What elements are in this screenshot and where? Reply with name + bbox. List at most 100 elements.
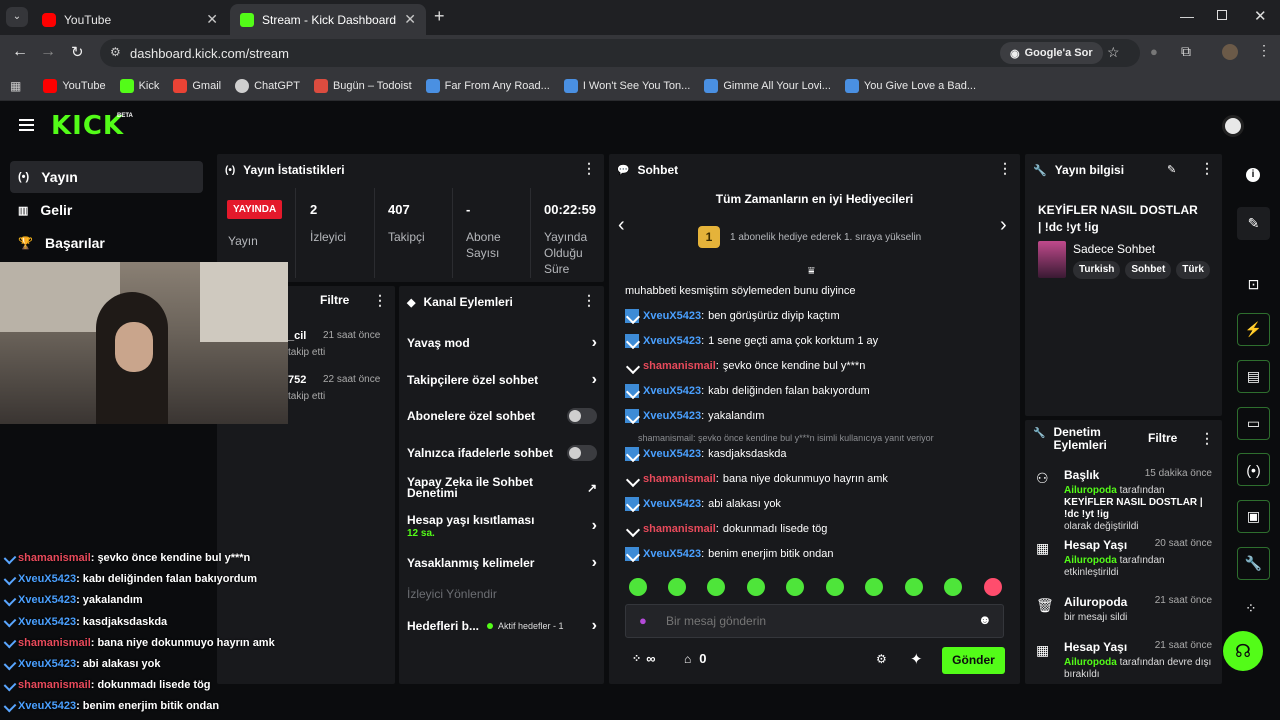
close-window-button[interactable]: ✕ xyxy=(1254,7,1267,25)
emote-button[interactable] xyxy=(944,578,962,596)
lightning-tool-button[interactable]: ⚡ xyxy=(1237,313,1270,346)
category-name[interactable]: Sadece Sohbet xyxy=(1073,242,1155,256)
more-options-icon[interactable]: ⋮ xyxy=(582,293,596,307)
maximize-button[interactable] xyxy=(1217,10,1227,20)
url-text[interactable]: dashboard.kick.com/stream xyxy=(130,46,289,61)
kick-logo[interactable]: KICK xyxy=(51,111,124,141)
moderator-name[interactable]: Ailuropoda xyxy=(1064,657,1117,668)
chat-username[interactable]: shamanismail xyxy=(643,360,716,372)
bookmark-chatgpt[interactable]: ChatGPT xyxy=(235,78,300,93)
activity-user[interactable]: 752 xyxy=(288,374,306,386)
more-options-icon[interactable]: ⋮ xyxy=(998,161,1012,175)
goals-row[interactable]: Hedefleri b... Aktif hedefler - 1 › xyxy=(407,617,597,635)
profile-avatar[interactable] xyxy=(1222,44,1238,60)
points-rail-icon[interactable]: ⁘ xyxy=(1245,600,1257,617)
tab-youtube[interactable]: YouTube ✕ xyxy=(32,4,228,35)
banned-words-row[interactable]: Yasaklanmış kelimeler › xyxy=(407,554,597,572)
chat-username[interactable]: XveuX5423 xyxy=(643,498,701,510)
subscribers-only-toggle[interactable] xyxy=(567,408,597,424)
new-tab-button[interactable]: + xyxy=(434,6,445,27)
ai-moderation-row[interactable]: Yapay Zeka ile Sohbet Denetimi ↗ xyxy=(407,476,597,499)
chat-username[interactable]: XveuX5423 xyxy=(643,335,701,347)
site-info-icon[interactable]: ⚙ xyxy=(110,45,121,59)
chat-username[interactable]: XveuX5423 xyxy=(643,310,701,322)
wrench-tool-button[interactable]: 🔧 xyxy=(1237,547,1270,580)
close-tab-icon[interactable]: ✕ xyxy=(206,11,218,28)
user-avatar[interactable] xyxy=(1222,115,1244,137)
tab-search-button[interactable]: ⌄ xyxy=(6,7,28,27)
chat-tool-button[interactable]: ▭ xyxy=(1237,407,1270,440)
screenshot-tool-button[interactable]: ⊡ xyxy=(1237,268,1270,301)
emote-button[interactable] xyxy=(629,578,647,596)
tag-chip[interactable]: Sohbet xyxy=(1125,261,1172,279)
nav-item-gelir[interactable]: ▥ Gelir xyxy=(10,194,203,226)
chat-username[interactable]: shamanismail xyxy=(643,523,716,535)
extensions-puzzle-icon[interactable]: ⧉ xyxy=(1181,43,1191,60)
chevron-left-icon[interactable]: ‹ xyxy=(618,214,625,237)
broadcast-tool-button[interactable]: (•) xyxy=(1237,453,1270,486)
tag-chip[interactable]: Turkish xyxy=(1073,261,1121,279)
layout-tool-button[interactable]: ▣ xyxy=(1237,500,1270,533)
tab-kick-dashboard[interactable]: Stream - Kick Dashboard ✕ xyxy=(230,4,426,35)
moderation-filter-button[interactable]: Filtre xyxy=(1148,431,1177,445)
bookmark-gmail[interactable]: Gmail xyxy=(173,78,221,93)
emote-button[interactable] xyxy=(905,578,923,596)
reload-icon[interactable]: ↻ xyxy=(71,43,84,61)
emotes-only-toggle[interactable] xyxy=(567,445,597,461)
bookmark-song-3[interactable]: Gimme All Your Lovi... xyxy=(704,78,831,93)
moderator-name[interactable]: Ailuropoda xyxy=(1064,555,1117,566)
category-thumbnail[interactable] xyxy=(1038,241,1066,278)
back-icon[interactable]: ← xyxy=(12,43,28,61)
google-lens-chip[interactable]: ◉ Google'a Sor xyxy=(1000,42,1103,64)
chat-username[interactable]: XveuX5423 xyxy=(643,385,701,397)
close-tab-icon[interactable]: ✕ xyxy=(404,11,416,28)
activity-filter-button[interactable]: Filtre xyxy=(320,293,349,307)
emote-button[interactable] xyxy=(865,578,883,596)
account-age-row[interactable]: Hesap yaşı kısıtlaması 12 sa. › xyxy=(407,513,597,539)
minimize-button[interactable]: — xyxy=(1180,8,1194,24)
chat-username[interactable]: XveuX5423 xyxy=(643,410,701,422)
emote-button[interactable] xyxy=(668,578,686,596)
microphone-icon[interactable]: ● xyxy=(639,613,647,628)
chat-username[interactable]: shamanismail xyxy=(643,473,716,485)
send-button[interactable]: Gönder xyxy=(942,647,1005,674)
chevron-right-icon[interactable]: › xyxy=(1000,214,1007,237)
edit-tool-button[interactable]: ✎ xyxy=(1237,207,1270,240)
tag-chip[interactable]: Türk xyxy=(1176,261,1210,279)
nav-item-yayin[interactable]: (•) Yayın xyxy=(10,161,203,193)
emote-button[interactable] xyxy=(826,578,844,596)
puzzle-icon[interactable]: ✦ xyxy=(910,650,923,668)
bookmark-song-4[interactable]: You Give Love a Bad... xyxy=(844,78,976,93)
bookmark-kick[interactable]: Kick xyxy=(119,78,159,93)
emote-button[interactable] xyxy=(707,578,725,596)
emote-button[interactable] xyxy=(786,578,804,596)
moderator-name[interactable]: Ailuropoda xyxy=(1064,485,1117,496)
nav-item-basarilar[interactable]: 🏆 Başarılar xyxy=(10,227,203,259)
chat-username[interactable]: XveuX5423 xyxy=(643,448,701,460)
notes-tool-button[interactable]: ▤ xyxy=(1237,360,1270,393)
emoji-icon[interactable]: ☻ xyxy=(978,612,992,627)
omnibox[interactable]: ⚙ dashboard.kick.com/stream ◉ Google'a S… xyxy=(100,39,1140,67)
extension-icon[interactable]: ● xyxy=(1150,44,1158,59)
more-options-icon[interactable]: ⋮ xyxy=(582,161,596,175)
more-options-icon[interactable]: ⋮ xyxy=(373,293,387,307)
browser-menu-icon[interactable]: ⋮ xyxy=(1257,42,1271,59)
bookmark-song-2[interactable]: I Won't See You Ton... xyxy=(563,78,690,93)
support-headset-button[interactable]: ☊ xyxy=(1223,631,1263,671)
bookmark-youtube[interactable]: YouTube xyxy=(43,78,106,93)
pinned-toggle-icon[interactable]: ⩸ xyxy=(808,265,815,278)
chat-username[interactable]: XveuX5423 xyxy=(643,548,701,560)
slow-mode-row[interactable]: Yavaş mod › xyxy=(407,334,597,352)
points-counter[interactable]: ⁘ ∞ xyxy=(632,651,656,666)
bookmark-todoist[interactable]: Bugün – Todoist xyxy=(313,78,412,93)
emote-button[interactable] xyxy=(984,578,1002,596)
more-options-icon[interactable]: ⋮ xyxy=(1200,161,1214,175)
info-icon[interactable]: i xyxy=(1246,168,1260,182)
chat-settings-icon[interactable]: ⚙ xyxy=(876,652,887,666)
hamburger-menu-icon[interactable] xyxy=(19,119,34,131)
more-options-icon[interactable]: ⋮ xyxy=(1200,431,1214,445)
apps-grid-icon[interactable]: ▦ xyxy=(10,79,21,93)
chat-input-box[interactable]: ● ☻ xyxy=(625,604,1004,638)
edit-pencil-icon[interactable]: ✎ xyxy=(1167,163,1176,176)
chat-message-input[interactable] xyxy=(666,611,946,631)
